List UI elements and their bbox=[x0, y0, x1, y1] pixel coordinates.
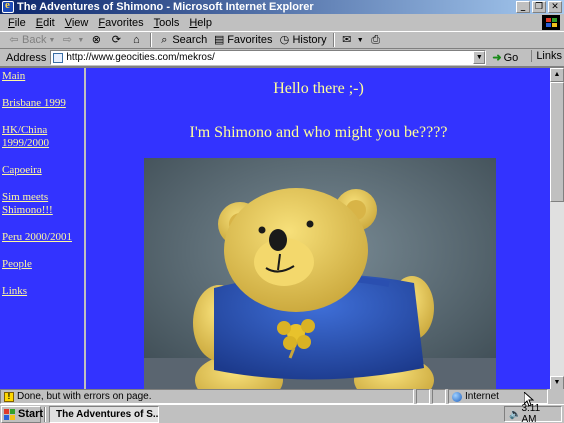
mouse-cursor-icon bbox=[524, 392, 534, 406]
nav-link-people[interactable]: People bbox=[2, 258, 84, 271]
back-arrow-icon: ⇦ bbox=[9, 34, 19, 46]
links-button[interactable]: Links bbox=[531, 50, 562, 62]
windows-logo-icon bbox=[542, 15, 560, 30]
scroll-thumb[interactable] bbox=[550, 82, 564, 202]
mail-icon: ✉ bbox=[342, 34, 352, 46]
page-viewport: Main Brisbane 1999 HK/China 1999/2000 Ca… bbox=[0, 67, 564, 389]
favorites-label: Favorites bbox=[227, 34, 273, 46]
nav-link-capoeira[interactable]: Capoeira bbox=[2, 164, 84, 177]
chevron-down-icon: ▼ bbox=[77, 36, 85, 44]
address-input[interactable]: http://www.geocities.com/mekros/ ▼ bbox=[50, 50, 487, 65]
go-arrow-icon: ➜ bbox=[492, 52, 502, 64]
vertical-scrollbar[interactable]: ▲ ▼ bbox=[550, 68, 564, 389]
intro-text: I'm Shimono and who might you be???? bbox=[189, 124, 448, 141]
stop-icon: ⊗ bbox=[91, 34, 101, 46]
menu-favorites[interactable]: Favorites bbox=[98, 17, 143, 29]
main-frame: Hello there ;-) I'm Shimono and who migh… bbox=[88, 68, 549, 389]
address-bar: Address http://www.geocities.com/mekros/… bbox=[0, 49, 564, 67]
menu-file[interactable]: File bbox=[8, 17, 26, 29]
system-tray: 🔈 3:11 AM bbox=[504, 403, 562, 423]
menu-bar: File Edit View Favorites Tools Help bbox=[0, 14, 564, 31]
history-icon: ◷ bbox=[279, 34, 290, 46]
greeting-text: Hello there ;-) bbox=[273, 80, 364, 97]
print-icon: ⎙ bbox=[371, 34, 381, 46]
teddy-bear-photo bbox=[144, 158, 496, 389]
links-label: Links bbox=[536, 50, 562, 62]
nav-link-main[interactable]: Main bbox=[2, 70, 84, 83]
address-label: Address bbox=[6, 51, 47, 64]
refresh-button[interactable]: ⟳ bbox=[110, 34, 124, 46]
toolbar-separator bbox=[332, 33, 335, 47]
favorites-icon: ▤ bbox=[214, 34, 225, 46]
start-button[interactable]: Start bbox=[1, 405, 44, 423]
chevron-down-icon: ▼ bbox=[48, 36, 56, 44]
windows-flag-icon bbox=[4, 408, 16, 420]
status-bar: ! Done, but with errors on page. Interne… bbox=[0, 389, 564, 404]
taskbar-button-ie[interactable]: The Adventures of S... bbox=[49, 405, 159, 423]
menu-edit[interactable]: Edit bbox=[36, 17, 55, 29]
back-button[interactable]: ⇦ Back ▼ bbox=[8, 34, 55, 46]
close-button[interactable]: ✕ bbox=[548, 1, 562, 13]
taskbar: Start The Adventures of S... 🔈 3:11 AM bbox=[0, 403, 564, 423]
menu-help[interactable]: Help bbox=[189, 17, 212, 29]
mail-button[interactable]: ✉ ▼ bbox=[341, 34, 364, 46]
status-cell bbox=[416, 389, 430, 404]
nav-link-peru[interactable]: Peru 2000/2001 bbox=[2, 231, 84, 244]
go-button[interactable]: ➜ Go bbox=[492, 51, 519, 65]
address-url: http://www.geocities.com/mekros/ bbox=[66, 52, 215, 63]
globe-icon bbox=[452, 391, 462, 402]
forward-arrow-icon: ⇨ bbox=[62, 34, 73, 46]
menu-view[interactable]: View bbox=[65, 17, 89, 29]
zone-label: Internet bbox=[465, 391, 499, 402]
toolbar-separator bbox=[150, 33, 153, 47]
search-button[interactable]: ⌕ Search bbox=[158, 34, 207, 46]
nav-link-hk-china[interactable]: HK/China 1999/2000 bbox=[2, 124, 84, 150]
status-cell bbox=[432, 389, 446, 404]
taskbar-separator bbox=[44, 406, 46, 422]
warning-icon: ! bbox=[4, 391, 14, 402]
stop-button[interactable]: ⊗ bbox=[90, 34, 104, 46]
nav-link-links[interactable]: Links bbox=[2, 285, 84, 298]
home-icon: ⌂ bbox=[133, 34, 140, 46]
status-text: Done, but with errors on page. bbox=[17, 391, 152, 402]
back-label: Back bbox=[22, 34, 47, 46]
home-button[interactable]: ⌂ bbox=[130, 34, 144, 46]
page-icon bbox=[53, 52, 64, 63]
clock[interactable]: 3:11 AM bbox=[521, 403, 557, 423]
taskbar-button-label: The Adventures of S... bbox=[56, 408, 159, 420]
volume-icon[interactable]: 🔈 bbox=[509, 409, 521, 420]
address-dropdown-button[interactable]: ▼ bbox=[473, 51, 486, 64]
scroll-up-button[interactable]: ▲ bbox=[550, 68, 564, 82]
history-button[interactable]: ◷ History bbox=[278, 34, 327, 46]
window-title: The Adventures of Shimono - Microsoft In… bbox=[17, 1, 314, 13]
ie-icon bbox=[2, 0, 14, 13]
favorites-button[interactable]: ▤ Favorites bbox=[213, 34, 272, 46]
navigation-frame: Main Brisbane 1999 HK/China 1999/2000 Ca… bbox=[0, 68, 86, 389]
search-icon: ⌕ bbox=[161, 34, 168, 46]
start-label: Start bbox=[18, 408, 44, 420]
minimize-button[interactable]: _ bbox=[516, 1, 530, 13]
search-label: Search bbox=[172, 34, 208, 46]
refresh-icon: ⟳ bbox=[111, 34, 121, 46]
title-bar[interactable]: The Adventures of Shimono - Microsoft In… bbox=[0, 0, 564, 14]
forward-button[interactable]: ⇨ ▼ bbox=[61, 34, 85, 46]
print-button[interactable]: ⎙ bbox=[370, 34, 384, 46]
nav-link-sim-meets-shimono[interactable]: Sim meets Shimono!!! bbox=[2, 191, 84, 217]
menu-tools[interactable]: Tools bbox=[154, 17, 180, 29]
nav-link-brisbane[interactable]: Brisbane 1999 bbox=[2, 97, 84, 110]
standard-toolbar: ⇦ Back ▼ ⇨ ▼ ⊗ ⟳ ⌂ ⌕ Search ▤ Favorites … bbox=[0, 31, 564, 49]
maximize-button[interactable]: ❐ bbox=[532, 1, 546, 13]
go-label: Go bbox=[503, 51, 519, 64]
scroll-down-button[interactable]: ▼ bbox=[550, 376, 564, 389]
history-label: History bbox=[292, 34, 327, 46]
chevron-down-icon: ▼ bbox=[356, 36, 364, 44]
status-message[interactable]: ! Done, but with errors on page. bbox=[0, 389, 414, 404]
